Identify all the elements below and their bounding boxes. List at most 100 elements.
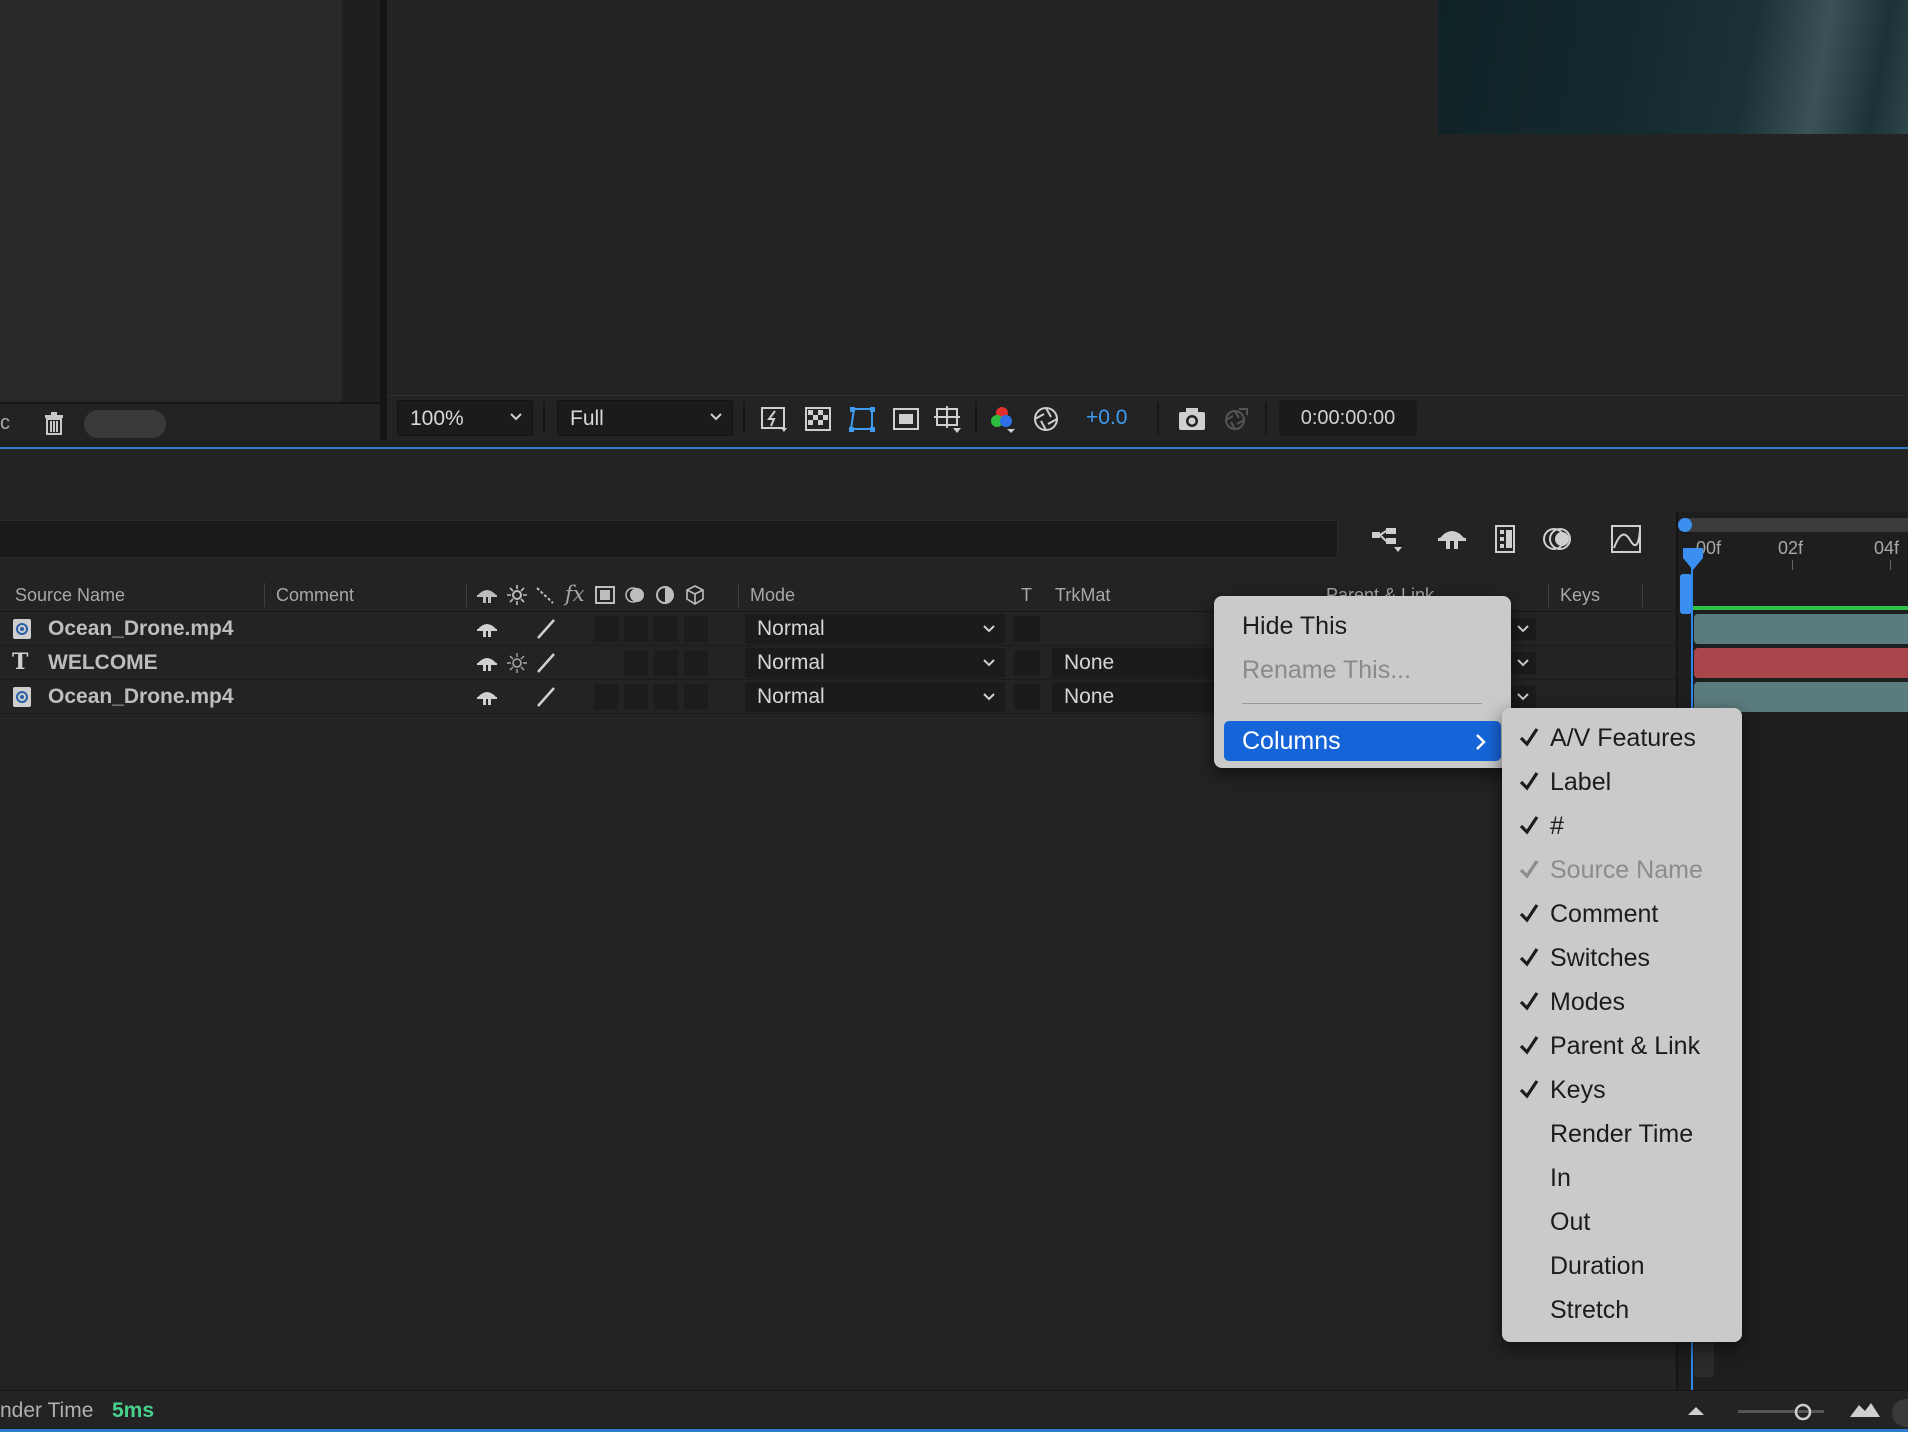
submenu-item-modes[interactable]: Modes xyxy=(1502,980,1742,1024)
quality-switch-icon[interactable] xyxy=(534,584,556,606)
motion-blur-switch-icon[interactable] xyxy=(624,584,646,606)
submenu-item-switches[interactable]: Switches xyxy=(1502,936,1742,980)
motion-blur-switch[interactable] xyxy=(654,616,678,642)
quality-switch-icon[interactable] xyxy=(534,618,558,640)
effects-switch-icon[interactable]: fx xyxy=(565,582,585,606)
blend-mode-dropdown[interactable]: Normal xyxy=(745,614,1005,644)
quality-switch-icon[interactable] xyxy=(534,686,558,708)
show-snapshot-icon[interactable] xyxy=(1221,404,1251,434)
composition-flowchart-icon[interactable] xyxy=(1368,520,1408,558)
zoom-slider-handle[interactable] xyxy=(1792,1401,1814,1423)
time-navigator-start-handle[interactable] xyxy=(1678,518,1692,532)
region-of-interest-icon[interactable] xyxy=(891,404,921,434)
panel-divider[interactable] xyxy=(380,0,387,440)
column-separator[interactable] xyxy=(466,583,467,607)
submenu-item-render-time[interactable]: Render Time xyxy=(1502,1112,1742,1156)
submenu-item-[interactable]: # xyxy=(1502,804,1742,848)
submenu-item-keys[interactable]: Keys xyxy=(1502,1068,1742,1112)
column-keys[interactable]: Keys xyxy=(1560,585,1600,606)
timeline-search-input[interactable] xyxy=(0,520,1338,558)
blend-mode-dropdown[interactable]: Normal xyxy=(745,682,1005,712)
av-video-switch-icon[interactable] xyxy=(476,686,498,708)
frame-blending-icon[interactable] xyxy=(1486,520,1526,558)
track-matte-dropdown[interactable]: None xyxy=(1052,648,1222,678)
blend-mode-dropdown[interactable]: Normal xyxy=(745,648,1005,678)
quality-switch-icon[interactable] xyxy=(534,652,558,674)
zoom-out-mountain-icon[interactable] xyxy=(1684,1403,1708,1419)
layer-name[interactable]: Ocean_Drone.mp4 xyxy=(48,685,234,709)
exposure-value[interactable]: +0.0 xyxy=(1086,406,1127,430)
frame-blend-switch-icon[interactable] xyxy=(594,584,616,606)
submenu-item-a-v-features[interactable]: A/V Features xyxy=(1502,716,1742,760)
fast-previews-icon[interactable] xyxy=(759,404,789,434)
color-channels-icon[interactable] xyxy=(987,404,1017,434)
current-time-display[interactable]: 0:00:00:00 xyxy=(1279,400,1417,436)
motion-blur-switch[interactable] xyxy=(654,650,678,676)
grid-guides-icon[interactable] xyxy=(933,404,963,434)
playhead-marker-icon[interactable] xyxy=(1680,546,1706,572)
adjustment-layer-icon[interactable] xyxy=(654,584,676,606)
motion-blur-icon[interactable] xyxy=(1538,520,1578,558)
continuously-rasterize-icon[interactable] xyxy=(506,652,528,674)
3d-layer-switch[interactable] xyxy=(684,650,708,676)
resolution-dropdown[interactable]: Full xyxy=(557,400,733,436)
av-video-switch-icon[interactable] xyxy=(476,652,498,674)
graph-editor-icon[interactable] xyxy=(1606,520,1646,558)
project-scrollbar-area[interactable] xyxy=(342,0,380,402)
reset-exposure-icon[interactable] xyxy=(1031,404,1061,434)
submenu-item-label[interactable]: Label xyxy=(1502,760,1742,804)
column-separator[interactable] xyxy=(1642,583,1643,607)
preserve-transparency-checkbox[interactable] xyxy=(1014,684,1040,710)
mask-path-visibility-icon[interactable] xyxy=(847,404,877,434)
zoom-in-mountain-icon[interactable] xyxy=(1848,1399,1882,1421)
toggle-pane-button[interactable] xyxy=(1892,1399,1908,1427)
3d-layer-switch[interactable] xyxy=(684,616,708,642)
layer-name[interactable]: WELCOME xyxy=(48,651,158,675)
effects-switch[interactable] xyxy=(594,684,618,710)
column-comment[interactable]: Comment xyxy=(276,585,354,606)
layer-name[interactable]: Ocean_Drone.mp4 xyxy=(48,617,234,641)
zoom-dropdown[interactable]: 100% xyxy=(397,400,533,436)
column-source-name[interactable]: Source Name xyxy=(15,585,125,606)
hide-shy-layers-icon[interactable] xyxy=(1432,520,1472,558)
trash-icon[interactable] xyxy=(42,410,66,436)
submenu-item-parent-link[interactable]: Parent & Link xyxy=(1502,1024,1742,1068)
frame-blend-switch[interactable] xyxy=(624,616,648,642)
menu-item-columns[interactable]: Columns xyxy=(1224,721,1501,761)
track-matte-dropdown[interactable]: None xyxy=(1052,682,1222,712)
thumbnail-size-slider[interactable] xyxy=(84,410,166,438)
submenu-item-duration[interactable]: Duration xyxy=(1502,1244,1742,1288)
transparency-grid-icon[interactable] xyxy=(803,404,833,434)
submenu-item-out[interactable]: Out xyxy=(1502,1200,1742,1244)
time-navigator-bar[interactable] xyxy=(1678,518,1908,532)
effects-switch[interactable] xyxy=(594,616,618,642)
frame-blend-switch[interactable] xyxy=(624,684,648,710)
3d-layer-icon[interactable] xyxy=(684,584,706,606)
preserve-transparency-checkbox[interactable] xyxy=(1014,616,1040,642)
menu-item-hide-this[interactable]: Hide This xyxy=(1214,612,1511,641)
layer-duration-bar[interactable] xyxy=(1694,648,1908,678)
av-video-switch-icon[interactable] xyxy=(476,618,498,640)
project-list-area[interactable] xyxy=(0,0,342,402)
frame-blend-switch[interactable] xyxy=(624,650,648,676)
parent-dropdown[interactable] xyxy=(1510,652,1536,674)
shy-switch-icon[interactable] xyxy=(476,584,498,606)
work-area-bar[interactable] xyxy=(1692,606,1908,610)
column-trkmat[interactable]: TrkMat xyxy=(1055,585,1110,606)
submenu-item-comment[interactable]: Comment xyxy=(1502,892,1742,936)
column-separator[interactable] xyxy=(738,583,739,607)
column-separator[interactable] xyxy=(1548,583,1549,607)
parent-dropdown[interactable] xyxy=(1510,686,1536,708)
collapse-transform-icon[interactable] xyxy=(506,584,528,606)
column-separator[interactable] xyxy=(264,583,265,607)
camera-snapshot-icon[interactable] xyxy=(1177,404,1207,434)
preserve-transparency-checkbox[interactable] xyxy=(1014,650,1040,676)
layer-duration-bar[interactable] xyxy=(1694,614,1908,644)
3d-layer-switch[interactable] xyxy=(684,684,708,710)
submenu-item-stretch[interactable]: Stretch xyxy=(1502,1288,1742,1332)
submenu-item-in[interactable]: In xyxy=(1502,1156,1742,1200)
motion-blur-switch[interactable] xyxy=(654,684,678,710)
parent-dropdown[interactable] xyxy=(1510,618,1536,640)
column-t[interactable]: T xyxy=(1021,585,1032,606)
column-mode[interactable]: Mode xyxy=(750,585,795,606)
